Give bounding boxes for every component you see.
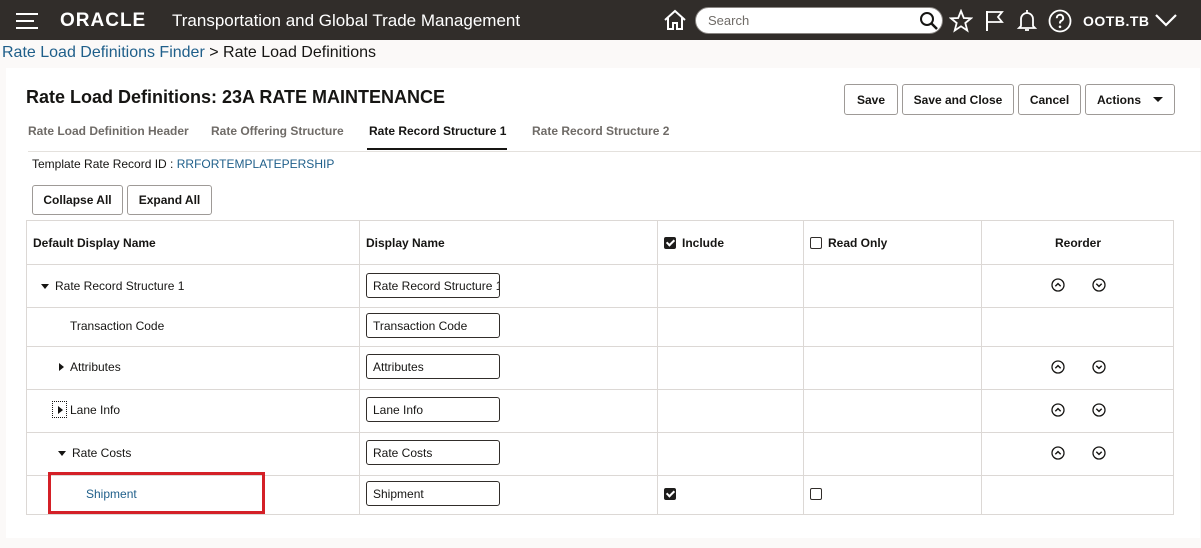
column-header-default-display-name: Default Display Name: [33, 235, 156, 250]
tab-rate-offering-structure[interactable]: Rate Offering Structure: [211, 124, 344, 138]
move-up-icon[interactable]: [1051, 403, 1065, 417]
move-down-icon[interactable]: [1092, 446, 1106, 460]
template-rate-record-label: Template Rate Record ID :: [32, 157, 177, 171]
search-icon[interactable]: [919, 11, 939, 31]
read-only-checkbox[interactable]: [810, 488, 822, 500]
search-input[interactable]: [708, 13, 908, 28]
include-all-checkbox[interactable]: [664, 236, 676, 249]
table-row[interactable]: Lane Info: [52, 401, 120, 418]
display-name-input[interactable]: Rate Costs: [366, 440, 500, 465]
row-divider: [27, 346, 1173, 347]
move-up-icon[interactable]: [1051, 278, 1065, 292]
template-rate-record-value: RRFORTEMPLATEPERSHIP: [176, 157, 335, 171]
expand-caret-icon[interactable]: [41, 283, 49, 289]
breadcrumb-separator: >: [204, 44, 224, 61]
cancel-button[interactable]: Cancel: [1018, 84, 1081, 115]
row-divider: [27, 389, 1173, 390]
template-rate-record: Template Rate Record ID : RRFORTEMPLATEP…: [32, 157, 334, 171]
user-menu[interactable]: OOTB.TB: [1083, 13, 1150, 29]
move-down-icon[interactable]: [1092, 278, 1106, 292]
collapse-all-button[interactable]: Collapse All: [32, 185, 123, 215]
row-divider: [27, 432, 1173, 433]
actions-button[interactable]: Actions: [1085, 84, 1175, 115]
include-checkbox[interactable]: [664, 488, 676, 500]
row-default-name: Rate Costs: [72, 446, 132, 460]
caret-down-icon: [1153, 97, 1163, 102]
breadcrumb: Rate Load Definitions Finder > Rate Load…: [2, 44, 376, 62]
row-default-name: Lane Info: [70, 402, 121, 417]
global-search[interactable]: [695, 7, 943, 34]
column-header-read-only[interactable]: Read Only: [810, 221, 887, 264]
breadcrumb-current: Rate Load Definitions: [223, 44, 376, 61]
display-name-input[interactable]: Transaction Code: [366, 313, 500, 338]
expand-caret-icon[interactable]: [58, 450, 66, 456]
actions-label: Actions: [1096, 92, 1141, 107]
row-default-name: Attributes: [70, 360, 121, 374]
move-up-icon[interactable]: [1051, 360, 1065, 374]
display-name-input[interactable]: Attributes: [366, 354, 500, 379]
active-tab-indicator: [367, 148, 507, 150]
move-down-icon[interactable]: [1092, 360, 1106, 374]
chevron-down-icon[interactable]: [1154, 12, 1178, 28]
expand-caret-icon[interactable]: [52, 401, 67, 418]
bell-icon[interactable]: [1015, 9, 1039, 33]
display-name-input[interactable]: Rate Record Structure 1: [366, 273, 500, 298]
display-name-input[interactable]: Lane Info: [366, 397, 500, 422]
global-header: ORACLE Transportation and Global Trade M…: [0, 0, 1201, 40]
star-icon[interactable]: [949, 9, 973, 33]
hamburger-menu-icon[interactable]: [16, 13, 38, 29]
move-up-icon[interactable]: [1051, 446, 1065, 460]
flag-icon[interactable]: [983, 9, 1007, 33]
tab-rate-record-structure-1[interactable]: Rate Record Structure 1: [369, 124, 506, 138]
table-row[interactable]: Attributes: [59, 360, 121, 374]
highlight-box: [48, 472, 265, 514]
breadcrumb-finder-link[interactable]: Rate Load Definitions Finder: [2, 44, 205, 61]
column-header-include[interactable]: Include: [664, 221, 724, 264]
read-only-header-label: Read Only: [828, 235, 888, 250]
row-default-name: Rate Record Structure 1: [55, 279, 185, 293]
table-row[interactable]: Transaction Code: [70, 319, 164, 333]
save-and-close-button[interactable]: Save and Close: [902, 84, 1014, 115]
table-row[interactable]: Rate Costs: [58, 446, 131, 460]
move-down-icon[interactable]: [1092, 403, 1106, 417]
home-icon[interactable]: [662, 8, 688, 32]
structure-table: Default Display Name Display Name Includ…: [26, 220, 1174, 515]
row-default-name: Transaction Code: [70, 319, 165, 333]
expand-all-button[interactable]: Expand All: [127, 185, 212, 215]
tab-rate-load-definition-header[interactable]: Rate Load Definition Header: [28, 124, 189, 138]
table-row[interactable]: Rate Record Structure 1: [41, 279, 184, 293]
app-title: Transportation and Global Trade Manageme…: [172, 11, 521, 30]
tab-bar: Rate Load Definition Header Rate Offerin…: [28, 118, 1201, 152]
help-icon[interactable]: [1048, 9, 1072, 33]
expand-caret-icon[interactable]: [59, 363, 64, 371]
page-title: Rate Load Definitions: 23A RATE MAINTENA…: [26, 87, 446, 107]
include-header-label: Include: [682, 235, 725, 250]
save-button[interactable]: Save: [844, 84, 898, 115]
column-header-display-name: Display Name: [366, 235, 445, 250]
tab-rate-record-structure-2[interactable]: Rate Record Structure 2: [532, 124, 669, 138]
row-divider: [27, 264, 1173, 265]
column-header-reorder: Reorder: [1055, 235, 1102, 250]
display-name-input[interactable]: Shipment: [366, 481, 500, 506]
row-divider: [27, 307, 1173, 308]
read-only-all-checkbox[interactable]: [810, 236, 822, 249]
oracle-logo: ORACLE: [60, 10, 147, 31]
